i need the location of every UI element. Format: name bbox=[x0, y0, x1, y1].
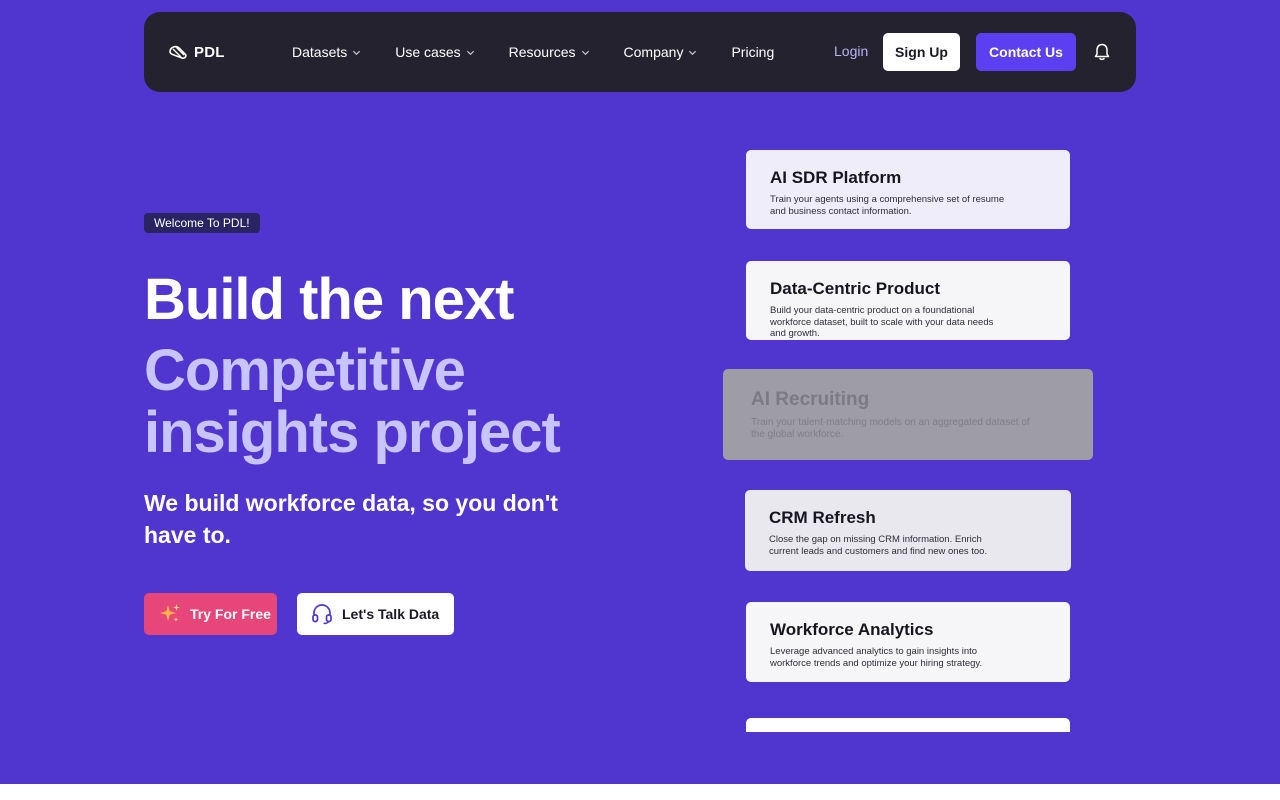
sparkle-icon bbox=[160, 604, 180, 622]
hero-subheadline: We build workforce data, so you don't ha… bbox=[144, 490, 558, 548]
card-description: Build your data-centric product on a fou… bbox=[770, 305, 994, 339]
use-case-card-crm-refresh[interactable]: CRM Refresh Close the gap on missing CRM… bbox=[745, 490, 1071, 571]
try-for-free-label: Try For Free bbox=[190, 606, 271, 622]
card-title: Workforce Analytics bbox=[770, 620, 934, 639]
lets-talk-data-button[interactable]: Let's Talk Data bbox=[297, 593, 454, 635]
use-case-card-ai-recruiting[interactable]: AI Recruiting Train your talent-matching… bbox=[723, 369, 1093, 460]
bell-icon[interactable] bbox=[1092, 42, 1112, 62]
headset-icon bbox=[312, 604, 332, 625]
try-for-free-button[interactable]: Try For Free bbox=[144, 593, 277, 635]
card-title: AI SDR Platform bbox=[770, 168, 902, 187]
sign-up-button[interactable]: Sign Up bbox=[883, 33, 960, 71]
card-description: Leverage advanced analytics to gain insi… bbox=[770, 646, 983, 669]
nav-use-cases-label: Use cases bbox=[395, 44, 461, 60]
welcome-badge: Welcome To PDL! bbox=[144, 213, 260, 233]
use-case-card-workforce-analytics[interactable]: Workforce Analytics Leverage advanced an… bbox=[746, 602, 1070, 682]
nav-use-cases[interactable]: Use cases bbox=[395, 44, 474, 60]
use-case-card-ai-sdr[interactable]: AI SDR Platform Train your agents using … bbox=[746, 150, 1070, 229]
chevron-down-icon bbox=[689, 50, 697, 55]
card-title: CRM Refresh bbox=[769, 508, 876, 527]
use-case-card-partial[interactable] bbox=[746, 718, 1070, 732]
chevron-down-icon bbox=[466, 50, 474, 55]
card-description: Train your agents using a comprehensive … bbox=[770, 194, 1005, 217]
nav-pricing[interactable]: Pricing bbox=[731, 44, 774, 60]
card-description: Train your talent-matching models on an … bbox=[751, 417, 1030, 440]
lets-talk-data-label: Let's Talk Data bbox=[342, 606, 440, 622]
card-title: Data-Centric Product bbox=[770, 279, 941, 298]
hero-headline: Build the next bbox=[144, 267, 514, 332]
nav-resources-label: Resources bbox=[508, 44, 576, 60]
nav-company-label: Company bbox=[623, 44, 684, 60]
use-case-card-data-centric[interactable]: Data-Centric Product Build your data-cen… bbox=[746, 261, 1070, 340]
top-navigation-bar: PDL Datasets Use cases Resources Company… bbox=[144, 12, 1136, 92]
card-title: AI Recruiting bbox=[751, 389, 870, 410]
nav-datasets-label: Datasets bbox=[292, 44, 348, 60]
chevron-down-icon bbox=[353, 50, 361, 55]
hero-section: PDL Datasets Use cases Resources Company… bbox=[0, 0, 1280, 784]
hero-headline-accent: Competitive insights project bbox=[144, 338, 561, 465]
nav-datasets[interactable]: Datasets bbox=[292, 44, 361, 60]
pdl-logo-icon bbox=[169, 45, 187, 59]
nav-resources[interactable]: Resources bbox=[509, 44, 590, 60]
login-link[interactable]: Login bbox=[834, 43, 868, 59]
nav-company[interactable]: Company bbox=[624, 44, 698, 60]
pdl-logo[interactable]: PDL bbox=[168, 42, 225, 62]
card-description: Close the gap on missing CRM information… bbox=[769, 534, 988, 557]
chevron-down-icon bbox=[581, 50, 589, 55]
nav-links: Datasets Use cases Resources Company Pri… bbox=[292, 12, 808, 92]
nav-pricing-label: Pricing bbox=[731, 44, 775, 60]
contact-us-button[interactable]: Contact Us bbox=[976, 33, 1076, 71]
logo-text: PDL bbox=[194, 43, 225, 61]
